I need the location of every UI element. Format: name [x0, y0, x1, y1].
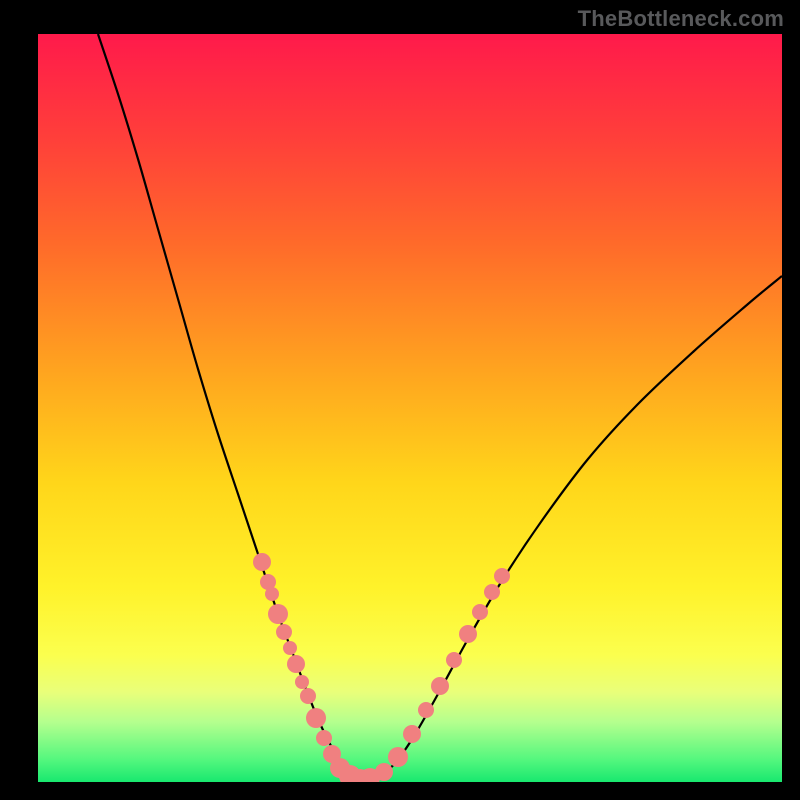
marker-dot	[306, 708, 326, 728]
marker-dot	[403, 725, 421, 743]
marker-dot	[459, 625, 477, 643]
chart-frame: TheBottleneck.com	[0, 0, 800, 800]
marker-dot	[494, 568, 510, 584]
watermark-text: TheBottleneck.com	[578, 6, 784, 32]
marker-dot	[253, 553, 271, 571]
plot-area	[38, 34, 782, 782]
marker-dot	[283, 641, 297, 655]
marker-dot	[295, 675, 309, 689]
marker-dot	[388, 747, 408, 767]
bottleneck-curve	[98, 34, 782, 780]
marker-dot	[484, 584, 500, 600]
marker-dot	[375, 763, 393, 781]
marker-dot	[300, 688, 316, 704]
marker-dot	[431, 677, 449, 695]
chart-svg	[38, 34, 782, 782]
marker-dot	[418, 702, 434, 718]
marker-dot	[268, 604, 288, 624]
marker-dots	[253, 553, 510, 782]
marker-dot	[287, 655, 305, 673]
marker-dot	[276, 624, 292, 640]
marker-dot	[265, 587, 279, 601]
marker-dot	[472, 604, 488, 620]
marker-dot	[316, 730, 332, 746]
marker-dot	[446, 652, 462, 668]
